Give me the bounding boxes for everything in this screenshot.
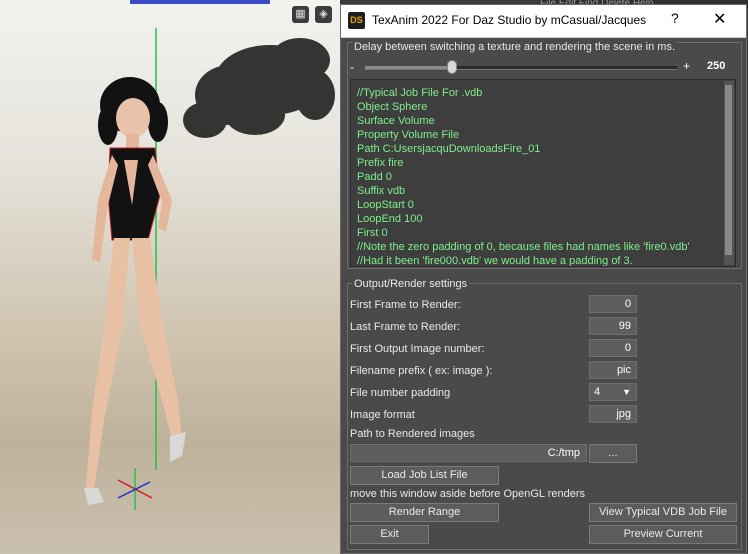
delay-slider-handle[interactable]	[447, 60, 458, 74]
slider-minus-label: -	[350, 60, 354, 74]
load-job-list-button[interactable]: Load Job List File	[350, 466, 499, 485]
preview-current-button[interactable]: Preview Current	[589, 525, 737, 544]
view-vdb-job-button[interactable]: View Typical VDB Job File	[589, 503, 737, 522]
job-file-line: //Note the zero padding of 0, because fi…	[357, 241, 690, 253]
job-file-line: Path C:UsersjacquDownloadsFire_01	[357, 143, 541, 155]
window-title: TexAnim 2022 For Daz Studio by mCasual/J…	[372, 13, 647, 27]
job-file-line: Suffix vdb	[357, 185, 406, 197]
job-file-line: Prefix fire	[357, 157, 404, 169]
last-frame-input[interactable]: 99	[589, 317, 637, 335]
filename-prefix-label: Filename prefix ( ex: image ):	[350, 365, 493, 377]
render-range-button[interactable]: Render Range	[350, 503, 499, 522]
slider-plus-label: +	[683, 59, 691, 73]
render-settings-label: Output/Render settings	[352, 278, 470, 290]
browse-button[interactable]: ...	[589, 444, 637, 463]
character-figure	[84, 77, 186, 505]
opengl-note: move this window aside before OpenGL ren…	[350, 488, 585, 500]
job-file-line: LoopEnd 100	[357, 213, 423, 225]
image-format-label: Image format	[350, 409, 415, 421]
first-output-label: First Output Image number:	[350, 343, 485, 355]
job-file-scroll-thumb[interactable]	[725, 85, 732, 255]
job-file-line: Property Volume File	[357, 129, 460, 141]
job-file-line: First 0	[357, 227, 388, 239]
title-bar[interactable]: DS TexAnim 2022 For Daz Studio by mCasua…	[341, 5, 746, 38]
3d-viewport[interactable]: ▦ ◈	[0, 0, 340, 554]
help-button[interactable]: ?	[671, 10, 679, 26]
first-output-input[interactable]: 0	[589, 339, 637, 357]
last-frame-label: Last Frame to Render:	[350, 321, 461, 333]
daz-studio-app-icon: DS	[348, 12, 365, 29]
delay-slider[interactable]	[365, 60, 677, 74]
exit-button[interactable]: Exit	[350, 525, 429, 544]
padding-label: File number padding	[350, 387, 451, 399]
chevron-down-icon: ▼	[622, 387, 631, 397]
job-file-line: //Typical Job File For .vdb	[357, 87, 483, 99]
job-file-line: Object Sphere	[357, 101, 428, 113]
filename-prefix-input[interactable]: pic	[589, 361, 637, 379]
first-frame-input[interactable]: 0	[589, 295, 637, 313]
close-button[interactable]: ✕	[713, 9, 726, 29]
path-label: Path to Rendered images	[350, 428, 475, 440]
job-file-line: Surface Volume	[357, 115, 435, 127]
output-path-input[interactable]: C:/tmp	[350, 444, 587, 462]
delay-group-label: Delay between switching a texture and re…	[352, 41, 678, 53]
job-file-line: LoopStart 0	[357, 199, 414, 211]
delay-value: 250	[707, 60, 726, 72]
first-frame-label: First Frame to Render:	[350, 299, 461, 311]
padding-select-value: 4	[594, 386, 601, 398]
job-file-line: //Had it been 'fire000.vdb' we would hav…	[357, 255, 633, 267]
smoke-volume	[183, 38, 335, 138]
job-file-line: Padd 0	[357, 171, 392, 183]
delay-slider-fill	[365, 66, 453, 69]
padding-select[interactable]: 4 ▼	[589, 383, 637, 401]
image-format-input[interactable]: jpg	[589, 405, 637, 423]
job-file-textbox[interactable]: //Typical Job File For .vdb Object Sphere…	[350, 79, 736, 267]
job-file-scrollbar[interactable]	[724, 81, 734, 265]
texanim-dialog: DS TexAnim 2022 For Daz Studio by mCasua…	[340, 4, 747, 554]
z-axis-marker	[117, 481, 151, 499]
